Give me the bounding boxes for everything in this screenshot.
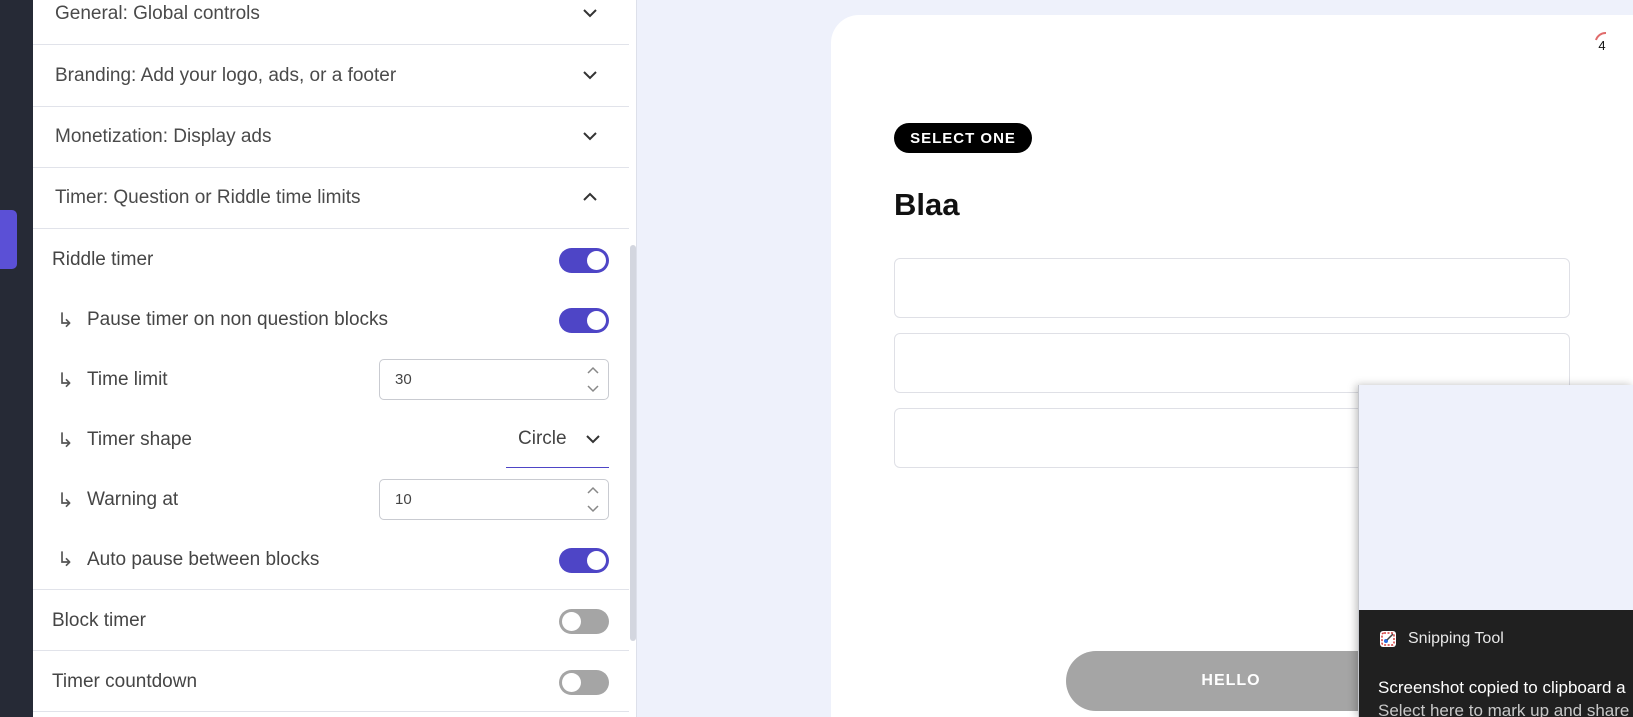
- riddle-timer-toggle[interactable]: [559, 248, 609, 273]
- question-title: Blaa: [894, 187, 960, 222]
- rail-active-tab[interactable]: [0, 210, 17, 269]
- section-branding-label: Branding: Add your logo, ads, or a foote…: [55, 65, 397, 86]
- left-rail: [0, 0, 33, 717]
- section-general[interactable]: General: Global controls: [33, 0, 629, 45]
- time-limit-label: Time limit: [87, 369, 168, 390]
- timer-shape-label: Timer shape: [87, 429, 192, 450]
- warning-at-label: Warning at: [87, 489, 179, 510]
- snipping-tool-notification[interactable]: Snipping Tool Screenshot copied to clipb…: [1358, 385, 1633, 717]
- notification-bar[interactable]: Snipping Tool Screenshot copied to clipb…: [1359, 610, 1633, 717]
- timer-countdown-label: Timer countdown: [52, 670, 198, 692]
- timer-shape-row: ↳ Timer shape Circle: [33, 410, 629, 470]
- time-limit-row: ↳ Time limit 30: [33, 350, 629, 410]
- answer-option[interactable]: [894, 258, 1570, 318]
- section-monetization[interactable]: Monetization: Display ads: [33, 107, 629, 168]
- sub-arrow-icon: ↳: [57, 549, 74, 571]
- pause-non-question-row: ↳ Pause timer on non question blocks: [33, 290, 629, 350]
- toggle-knob: [587, 251, 606, 270]
- pause-non-question-toggle[interactable]: [559, 308, 609, 333]
- timer-value: 4: [1598, 38, 1606, 53]
- notification-app: Snipping Tool: [1379, 630, 1504, 648]
- section-timer[interactable]: Timer: Question or Riddle time limits: [33, 168, 629, 229]
- sub-arrow-icon: ↳: [57, 309, 74, 332]
- stepper-arrows-icon[interactable]: [585, 362, 601, 397]
- notification-app-name: Snipping Tool: [1408, 630, 1504, 647]
- toggle-knob: [562, 612, 581, 631]
- section-branding[interactable]: Branding: Add your logo, ads, or a foote…: [33, 46, 629, 107]
- stepper-arrows-icon[interactable]: [585, 482, 601, 517]
- chevron-down-icon: [583, 71, 597, 80]
- timer-shape-value: Circle: [518, 427, 567, 449]
- toggle-knob: [587, 311, 606, 330]
- sub-arrow-icon: ↳: [57, 369, 74, 392]
- settings-scrollbar[interactable]: [630, 245, 636, 641]
- auto-pause-label: Auto pause between blocks: [87, 548, 320, 570]
- riddle-timer-label: Riddle timer: [52, 249, 154, 270]
- timer-shape-select[interactable]: Circle: [506, 410, 609, 468]
- auto-pause-toggle[interactable]: [559, 548, 609, 573]
- select-one-badge: SELECT ONE: [894, 123, 1032, 153]
- sub-arrow-icon: ↳: [57, 429, 74, 452]
- riddle-timer-row: Riddle timer: [33, 230, 629, 290]
- hello-button[interactable]: HELLO: [1066, 651, 1396, 711]
- time-limit-input[interactable]: 30: [379, 359, 609, 400]
- chevron-up-icon: [583, 192, 597, 201]
- section-general-label: General: Global controls: [55, 3, 260, 24]
- warning-at-input[interactable]: 10: [379, 479, 609, 520]
- chevron-down-icon: [583, 9, 597, 18]
- timer-countdown-row: Timer countdown: [33, 652, 629, 712]
- section-monetization-label: Monetization: Display ads: [55, 126, 272, 147]
- notification-subtext: Select here to mark up and share: [1378, 701, 1630, 717]
- toggle-knob: [562, 673, 581, 692]
- timer-countdown-toggle[interactable]: [559, 670, 609, 695]
- settings-panel: General: Global controls Branding: Add y…: [33, 0, 637, 717]
- notification-message: Screenshot copied to clipboard a: [1378, 678, 1626, 697]
- auto-pause-row: ↳ Auto pause between blocks: [33, 530, 629, 590]
- warning-at-value: 10: [395, 491, 412, 508]
- chevron-down-icon: [586, 435, 600, 444]
- block-timer-label: Block timer: [52, 609, 146, 631]
- chevron-down-icon: [583, 132, 597, 141]
- timer-countdown-indicator: 4: [1588, 28, 1616, 56]
- warning-at-row: ↳ Warning at 10: [33, 470, 629, 530]
- section-timer-label: Timer: Question or Riddle time limits: [55, 187, 361, 208]
- block-timer-toggle[interactable]: [559, 609, 609, 634]
- block-timer-row: Block timer: [33, 591, 629, 651]
- toggle-knob: [587, 551, 606, 570]
- snipping-tool-icon: [1380, 631, 1396, 647]
- answer-option[interactable]: [894, 333, 1570, 393]
- pause-non-question-label: Pause timer on non question blocks: [87, 309, 389, 330]
- time-limit-value: 30: [395, 371, 412, 388]
- sub-arrow-icon: ↳: [57, 489, 74, 512]
